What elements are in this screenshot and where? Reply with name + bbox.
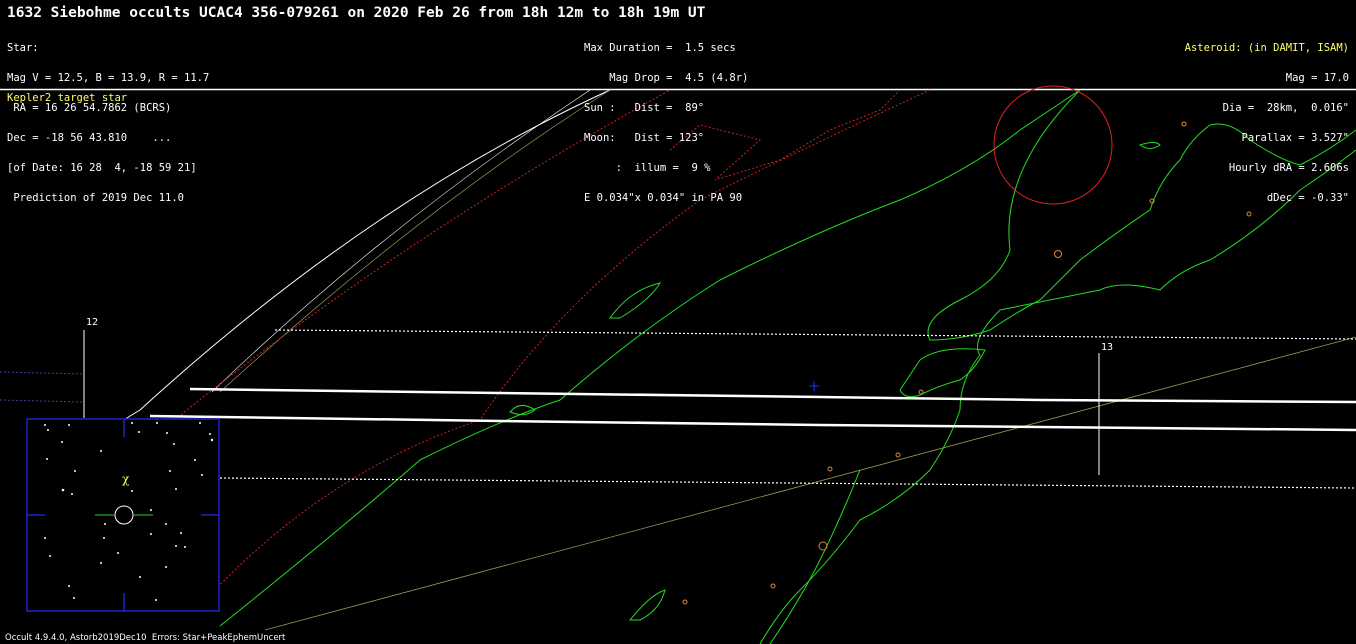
star-info-line: [of Date: 16 28 4, -18 59 21] [7,162,197,174]
sunrise-curve [211,89,591,393]
city-marker [918,389,924,395]
event-info-line: Mag Drop = 4.5 (4.8r) [584,72,749,84]
event-info-line: Moon: Dist = 123° [584,132,705,144]
asteroid-label: Asteroid: (in DAMIT, ISAM) [1184,42,1349,54]
terminator-line-2 [214,89,931,591]
star-info-line: Star: [7,42,39,54]
finder-chart: χ [26,418,220,612]
star-info-line: RA = 16 26 54.7862 (BCRS) [7,102,172,114]
sigma-north-line [274,329,1356,340]
asteroid-info-line: Dia = 28km, 0.016" [1222,102,1349,114]
star-info-line: Mag V = 12.5, B = 13.9, R = 11.7 [7,72,210,84]
island-5 [1138,142,1161,149]
asteroid-info-line: dDec = -0.33" [1266,192,1349,204]
finder-chart-frame [26,418,220,612]
footer-credit: Occult 4.9.4.0, Astorb2019Dec10 Errors: … [5,633,286,643]
island-1 [899,348,986,398]
event-info-line: Max Duration = 1.5 secs [584,42,736,54]
path-center-cross [809,381,819,391]
event-info-line: E 0.034"x 0.034" in PA 90 [584,192,743,204]
city-marker [770,583,776,589]
path-north-limit [189,387,1356,404]
island-4 [628,589,666,621]
asteroid-info-line: Parallax = 3.527" [1241,132,1349,144]
event-info: Max Duration = 1.5 secs Mag Drop = 4.5 (… [584,23,748,213]
star-info-line: Dec = -18 56 43.810 ... [7,132,172,144]
page-title: 1632 Siebohme occults UCAC4 356-079261 o… [7,5,706,21]
island-2 [609,282,662,319]
twilight-curve-1 [219,89,611,393]
city-marker [682,599,688,605]
star-info: Star: Mag V = 12.5, B = 13.9, R = 11.7 R… [7,23,209,213]
purple-limit-2 [0,399,85,403]
time-marker-13-label: 13 [1101,342,1113,353]
event-info-line: : illum = 9 % [584,162,711,174]
moon-position-circle [993,85,1113,205]
city-markers [682,121,1252,605]
finder-star-label: χ [122,472,130,486]
city-marker [895,452,901,458]
city-marker [818,541,828,551]
sigma-south-line [219,477,1356,489]
kepler-label: Kepler2 target star [7,92,128,104]
purple-limit-1 [0,371,85,375]
star-info-line: Prediction of 2019 Dec 11.0 [7,192,185,204]
asteroid-info-line: Hourly dRA = 2.606s [1228,162,1349,174]
event-info-line: Sun : Dist = 89° [584,102,705,114]
coastline-south [769,469,861,644]
time-marker-12-label: 12 [86,317,98,328]
city-marker [1054,250,1062,258]
asteroid-info-line: Mag = 17.0 [1285,72,1349,84]
asteroid-info: Asteroid: (in DAMIT, ISAM) Mag = 17.0 Di… [1185,23,1349,213]
ground-track-line [264,336,1356,631]
path-south-limit [149,414,1356,432]
city-marker [827,466,833,472]
